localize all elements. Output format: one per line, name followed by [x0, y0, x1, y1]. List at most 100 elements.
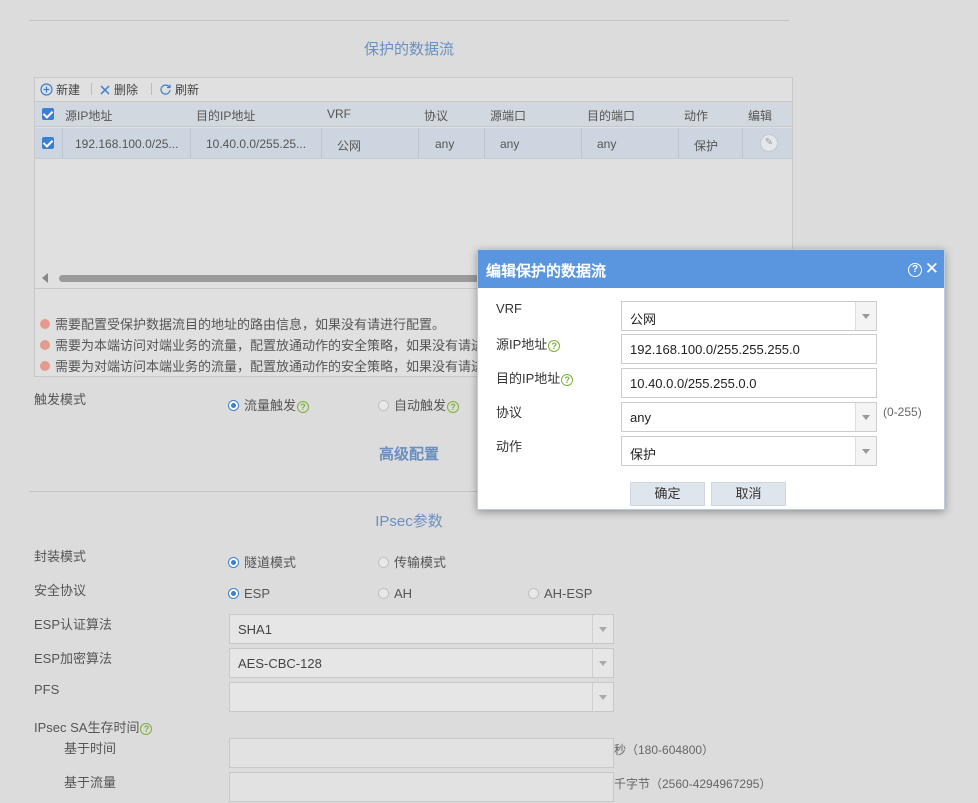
column-header-dst-port[interactable]: 目的端口: [587, 107, 635, 124]
dialog-action-value: 保护: [630, 447, 657, 462]
close-icon[interactable]: ✕: [925, 260, 939, 278]
pfs-label: PFS: [34, 682, 60, 697]
lifetime-seconds-input[interactable]: [229, 738, 614, 768]
dialog-action-label: 动作: [496, 439, 523, 454]
scroll-left-arrow-icon[interactable]: [42, 273, 48, 283]
column-header-src-ip[interactable]: 源IP地址: [65, 107, 112, 124]
radio-unchecked-icon: [378, 588, 389, 599]
delete-icon: [100, 84, 110, 95]
dialog-src-ip-value: 192.168.100.0/255.255.255.0: [630, 342, 800, 357]
esp-auth-label: ESP认证算法: [34, 617, 113, 632]
help-icon[interactable]: ?: [140, 723, 153, 735]
dialog-dst-ip-label: 目的IP地址?: [496, 368, 574, 387]
note-item: 需要配置受保护数据流目的地址的路由信息，如果没有请进行配置。: [40, 314, 480, 333]
row-checkbox[interactable]: [42, 137, 54, 149]
radio-protocol-ah-esp[interactable]: AH-ESP: [528, 586, 592, 601]
pfs-select[interactable]: [229, 682, 614, 712]
column-header-action[interactable]: 动作: [684, 107, 708, 124]
esp-enc-select[interactable]: AES-CBC-128: [229, 648, 614, 678]
radio-trigger-auto-label: 自动触发: [394, 398, 447, 413]
lifetime-kilobytes-hint: 千字节（2560-4294967295）: [614, 777, 772, 791]
dialog-vrf-value: 公网: [630, 312, 657, 327]
cell-src-ip: 192.168.100.0/25...: [75, 137, 179, 151]
cell-src-port: any: [500, 137, 520, 151]
esp-auth-value: SHA1: [238, 622, 272, 637]
delete-button[interactable]: 删除: [99, 81, 138, 98]
radio-protocol-esp[interactable]: ESP: [228, 586, 270, 601]
radio-checked-icon: [228, 400, 239, 411]
section-divider: [29, 491, 479, 492]
radio-encap-transport-label: 传输模式: [394, 555, 447, 570]
radio-protocol-ah[interactable]: AH: [378, 586, 412, 601]
column-divider: [62, 128, 63, 158]
column-divider: [321, 128, 322, 158]
new-button-label: 新建: [56, 83, 81, 97]
traffic-based-label: 基于流量: [64, 775, 117, 790]
dialog-src-ip-input[interactable]: 192.168.100.0/255.255.255.0: [621, 334, 877, 364]
help-icon[interactable]: ?: [447, 401, 460, 413]
security-protocol-label: 安全协议: [34, 583, 87, 598]
radio-protocol-esp-label: ESP: [244, 586, 271, 601]
radio-encap-tunnel-label: 隧道模式: [244, 555, 297, 570]
column-header-dst-ip[interactable]: 目的IP地址: [196, 107, 255, 124]
help-icon[interactable]: ?: [908, 263, 922, 277]
note-text: 需要为对端访问本端业务的流量，配置放通动作的安全策略，如果没有请进行配置。: [55, 359, 480, 374]
table-row[interactable]: 192.168.100.0/25... 10.40.0.0/255.25... …: [35, 128, 792, 159]
table-header: 源IP地址 目的IP地址 VRF 协议 源端口 目的端口 动作 编辑: [35, 101, 792, 127]
column-header-vrf[interactable]: VRF: [327, 107, 351, 121]
toolbar-separator: [151, 83, 152, 95]
warning-dot-icon: [40, 339, 50, 350]
cell-protocol: any: [435, 137, 455, 151]
lifetime-kilobytes-input[interactable]: [229, 772, 614, 802]
dialog-header: 编辑保护的数据流 ? ✕: [478, 250, 944, 288]
time-based-label: 基于时间: [64, 741, 117, 756]
ok-button[interactable]: 确定: [630, 482, 705, 506]
dialog-action-select[interactable]: 保护: [621, 436, 877, 466]
sa-lifetime-text: IPsec SA生存时间: [34, 720, 140, 735]
cell-dst-ip: 10.40.0.0/255.25...: [206, 137, 307, 151]
radio-protocol-ah-esp-label: AH-ESP: [544, 586, 593, 601]
new-button[interactable]: 新建: [40, 81, 80, 98]
refresh-button[interactable]: 刷新: [159, 81, 199, 98]
dialog-protocol-hint: (0-255): [883, 405, 922, 419]
radio-encap-transport[interactable]: 传输模式: [378, 552, 446, 571]
column-header-edit: 编辑: [748, 109, 773, 123]
chevron-down-icon: [855, 302, 876, 330]
trigger-mode-label: 触发模式: [34, 392, 87, 407]
help-icon[interactable]: ?: [297, 401, 310, 413]
select-all-checkbox[interactable]: [42, 108, 54, 120]
dialog-dst-ip-text: 目的IP地址: [496, 371, 561, 386]
encap-mode-label: 封装模式: [34, 549, 87, 564]
dialog-protocol-select[interactable]: any: [621, 402, 877, 432]
esp-auth-select[interactable]: SHA1: [229, 614, 614, 644]
radio-trigger-auto[interactable]: 自动触发?: [378, 395, 460, 414]
toolbar-separator: [91, 83, 92, 95]
help-icon[interactable]: ?: [561, 374, 574, 386]
warning-dot-icon: [40, 360, 50, 371]
dialog-protocol-value: any: [630, 410, 651, 425]
dialog-vrf-select[interactable]: 公网: [621, 301, 877, 331]
esp-enc-label: ESP加密算法: [34, 651, 113, 666]
refresh-icon: [160, 84, 171, 95]
chevron-down-icon: [855, 403, 876, 431]
cancel-button[interactable]: 取消: [711, 482, 786, 506]
section-title-protected-flow: 保护的数据流: [363, 41, 454, 58]
edit-pencil-icon[interactable]: ✎: [760, 134, 778, 152]
dialog-dst-ip-input[interactable]: 10.40.0.0/255.255.0.0: [621, 368, 877, 398]
radio-encap-tunnel[interactable]: 隧道模式: [228, 552, 296, 571]
radio-trigger-flow[interactable]: 流量触发?: [228, 395, 310, 414]
note-item: 需要为对端访问本端业务的流量，配置放通动作的安全策略，如果没有请进行配置。: [40, 356, 480, 375]
column-header-protocol[interactable]: 协议: [424, 107, 448, 124]
help-icon[interactable]: ?: [548, 340, 561, 352]
column-header-src-port[interactable]: 源端口: [490, 107, 526, 124]
column-divider: [418, 128, 419, 158]
chevron-down-icon: [592, 615, 613, 643]
warning-dot-icon: [40, 318, 50, 329]
dialog-src-ip-label: 源IP地址?: [496, 334, 561, 353]
radio-unchecked-icon: [378, 400, 389, 411]
table-toolbar: 新建 删除 刷新: [35, 78, 792, 100]
esp-enc-value: AES-CBC-128: [238, 656, 322, 671]
dialog-title: 编辑保护的数据流: [486, 263, 607, 280]
top-divider: [29, 20, 789, 21]
add-icon: [40, 83, 53, 96]
